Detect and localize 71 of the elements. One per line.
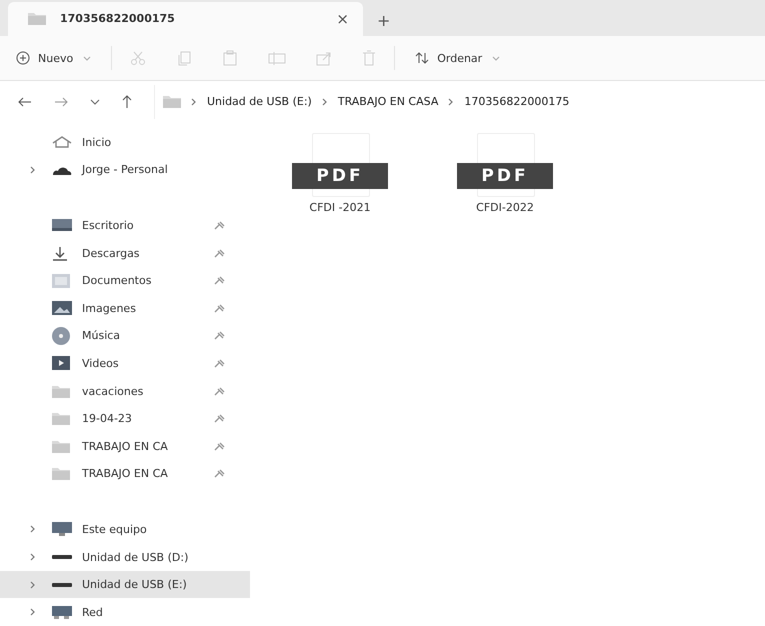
pin-icon bbox=[214, 358, 225, 368]
folder-icon bbox=[52, 412, 70, 426]
sidebar-item[interactable]: Este equipo bbox=[0, 516, 250, 544]
document-icon bbox=[52, 274, 70, 288]
folder-icon bbox=[163, 95, 181, 108]
sidebar-item[interactable]: 19-04-23 bbox=[0, 404, 250, 432]
video-icon bbox=[52, 356, 70, 370]
sidebar-item[interactable]: Descargas bbox=[0, 239, 250, 267]
pin-icon bbox=[214, 331, 225, 340]
pin-icon bbox=[214, 248, 225, 258]
pin-icon bbox=[214, 386, 225, 396]
breadcrumb-item[interactable]: 170356822000175 bbox=[464, 95, 570, 108]
chevron-down-icon[interactable] bbox=[90, 98, 100, 105]
new-tab-button[interactable]: + bbox=[377, 11, 390, 30]
caret-icon bbox=[492, 56, 500, 61]
chevron-right-icon bbox=[448, 98, 454, 106]
sort-icon bbox=[415, 52, 430, 64]
caret-icon bbox=[83, 56, 92, 61]
folder-icon bbox=[52, 384, 70, 398]
address-bar[interactable]: Unidad de USB (E:) TRABAJO EN CASA 170356822000175 bbox=[154, 84, 765, 119]
pin-icon bbox=[214, 414, 225, 424]
file-item[interactable]: PDF CFDI-2022 bbox=[450, 132, 560, 626]
home-icon bbox=[52, 136, 72, 148]
pin-icon bbox=[214, 220, 225, 230]
folder-icon bbox=[52, 440, 70, 453]
sidebar-item[interactable]: Documentos bbox=[0, 266, 250, 294]
sort-button[interactable]: Ordenar bbox=[413, 48, 502, 69]
file-item[interactable]: PDF CFDI -2021 bbox=[285, 132, 395, 626]
breadcrumb-item[interactable]: TRABAJO EN CASA bbox=[338, 95, 438, 108]
sidebar-item[interactable]: TRABAJO EN CA bbox=[0, 460, 250, 488]
sidebar-item[interactable]: Música bbox=[0, 322, 250, 350]
chevron-right-icon bbox=[30, 166, 36, 174]
sidebar-item[interactable]: Imagenes bbox=[0, 294, 250, 322]
chevron-right-icon bbox=[322, 98, 328, 106]
sidebar-item[interactable]: Unidad de USB (E:) bbox=[0, 570, 250, 598]
drive-icon bbox=[52, 582, 72, 587]
download-icon bbox=[52, 246, 68, 261]
sidebar-item[interactable]: Inicio bbox=[0, 128, 250, 156]
folder-icon bbox=[52, 467, 70, 480]
monitor-icon bbox=[52, 522, 72, 536]
breadcrumb-item[interactable]: Unidad de USB (E:) bbox=[207, 95, 312, 108]
back-arrow-icon[interactable] bbox=[18, 96, 32, 107]
drive-icon bbox=[52, 555, 72, 560]
plus-circle-icon bbox=[16, 51, 30, 66]
sidebar-item[interactable]: Videos bbox=[0, 350, 250, 378]
chevron-right-icon bbox=[30, 580, 36, 589]
forward-arrow-icon[interactable] bbox=[54, 96, 68, 107]
music-disc-icon bbox=[52, 326, 70, 345]
pin-icon bbox=[214, 469, 225, 478]
sidebar-item[interactable]: TRABAJO EN CA bbox=[0, 432, 250, 460]
sidebar-item[interactable]: Red bbox=[0, 598, 250, 626]
chevron-right-icon bbox=[30, 525, 36, 534]
tab[interactable]: 170356822000175 × bbox=[8, 2, 363, 36]
network-icon bbox=[52, 606, 72, 619]
chevron-right-icon bbox=[191, 98, 197, 106]
cloud-icon bbox=[52, 164, 72, 175]
pin-icon bbox=[214, 304, 225, 313]
chevron-right-icon bbox=[30, 553, 36, 562]
sidebar-item[interactable]: Jorge - Personal bbox=[0, 156, 250, 184]
desktop-icon bbox=[52, 219, 72, 232]
sidebar-item[interactable]: Unidad de USB (D:) bbox=[0, 543, 250, 571]
close-tab-button[interactable]: × bbox=[336, 10, 349, 28]
sidebar-item[interactable]: Escritorio bbox=[0, 212, 250, 240]
sidebar-item[interactable]: vacaciones bbox=[0, 377, 250, 405]
new-button[interactable]: Nuevo bbox=[14, 47, 94, 70]
chevron-right-icon bbox=[30, 608, 36, 616]
pin-icon bbox=[214, 442, 225, 451]
up-arrow-icon[interactable] bbox=[122, 94, 132, 109]
pin-icon bbox=[214, 276, 225, 286]
picture-icon bbox=[52, 301, 72, 316]
folder-icon bbox=[28, 12, 46, 26]
